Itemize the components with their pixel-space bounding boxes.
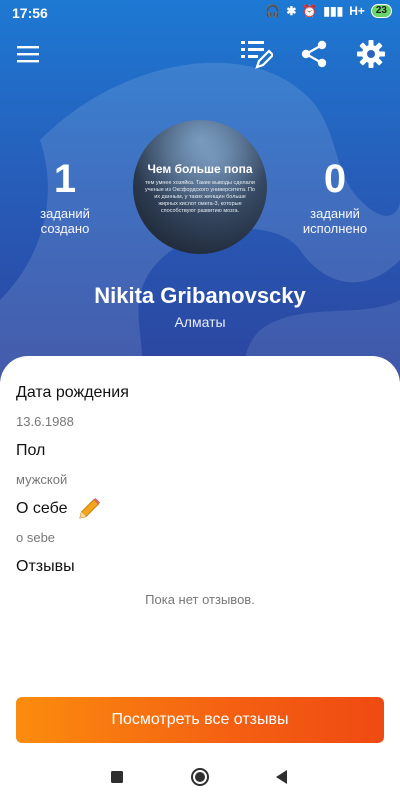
home-icon[interactable] — [189, 766, 211, 788]
tasks-created-stat: 1 заданий создано — [15, 158, 115, 236]
gear-icon — [357, 40, 385, 68]
my-tasks-button[interactable] — [238, 36, 274, 72]
about-value: o sebe — [16, 530, 56, 545]
birthdate-title: Дата рождения — [16, 384, 129, 401]
recent-apps-icon[interactable] — [106, 766, 128, 788]
edit-about-pencil-icon[interactable] — [76, 496, 102, 522]
tasks-created-count: 1 — [53, 157, 77, 201]
signal-icon: ▮▮▮ — [323, 4, 344, 18]
battery-level: 23 — [370, 4, 392, 18]
tasks-completed-label: заданий исполнено — [302, 206, 368, 236]
share-icon — [301, 40, 327, 68]
reviews-title: Отзывы — [16, 558, 75, 575]
tasks-created-label: заданий создано — [40, 206, 90, 236]
profile-screen: 17:56 🎧 ✱ ⏰ ▮▮▮ H+ 23 1 заданий создано … — [0, 0, 400, 800]
gender-value: мужской — [16, 472, 68, 487]
profile-city: Алматы — [174, 314, 226, 330]
status-time: 17:56 — [12, 5, 48, 21]
about-title: О себе — [16, 500, 68, 517]
view-all-reviews-button[interactable]: Посмотреть все отзывы — [16, 697, 384, 743]
avatar-headline: Чем больше попа — [147, 162, 253, 176]
avatar-caption: тем умнее хозяйка. Такие выводы сделали … — [145, 180, 255, 214]
edit-list-icon — [241, 41, 273, 69]
tasks-completed-stat: 0 заданий исполнено — [285, 158, 385, 236]
tasks-completed-count: 0 — [323, 157, 347, 201]
system-nav-bar — [0, 754, 400, 800]
network-type: H+ — [349, 4, 365, 18]
share-button[interactable] — [296, 36, 332, 72]
status-icons: 🎧 ✱ ⏰ ▮▮▮ H+ 23 — [265, 4, 392, 18]
bluetooth-icon: ✱ — [286, 4, 297, 18]
headphones-icon: 🎧 — [265, 4, 281, 18]
birthdate-value: 13.6.1988 — [16, 414, 74, 429]
profile-name: Nikita Gribanovscky — [94, 283, 306, 308]
reviews-empty-message: Пока нет отзывов. — [145, 592, 255, 607]
gender-title: Пол — [16, 442, 46, 459]
status-bar: 17:56 🎧 ✱ ⏰ ▮▮▮ H+ 23 — [0, 0, 400, 26]
hamburger-menu-icon — [17, 46, 39, 63]
settings-button[interactable] — [353, 36, 389, 72]
avatar[interactable]: Чем больше попа тем умнее хозяйка. Такие… — [133, 120, 267, 254]
menu-button[interactable] — [10, 36, 46, 72]
alarm-icon: ⏰ — [302, 4, 318, 18]
back-icon[interactable] — [271, 766, 293, 788]
